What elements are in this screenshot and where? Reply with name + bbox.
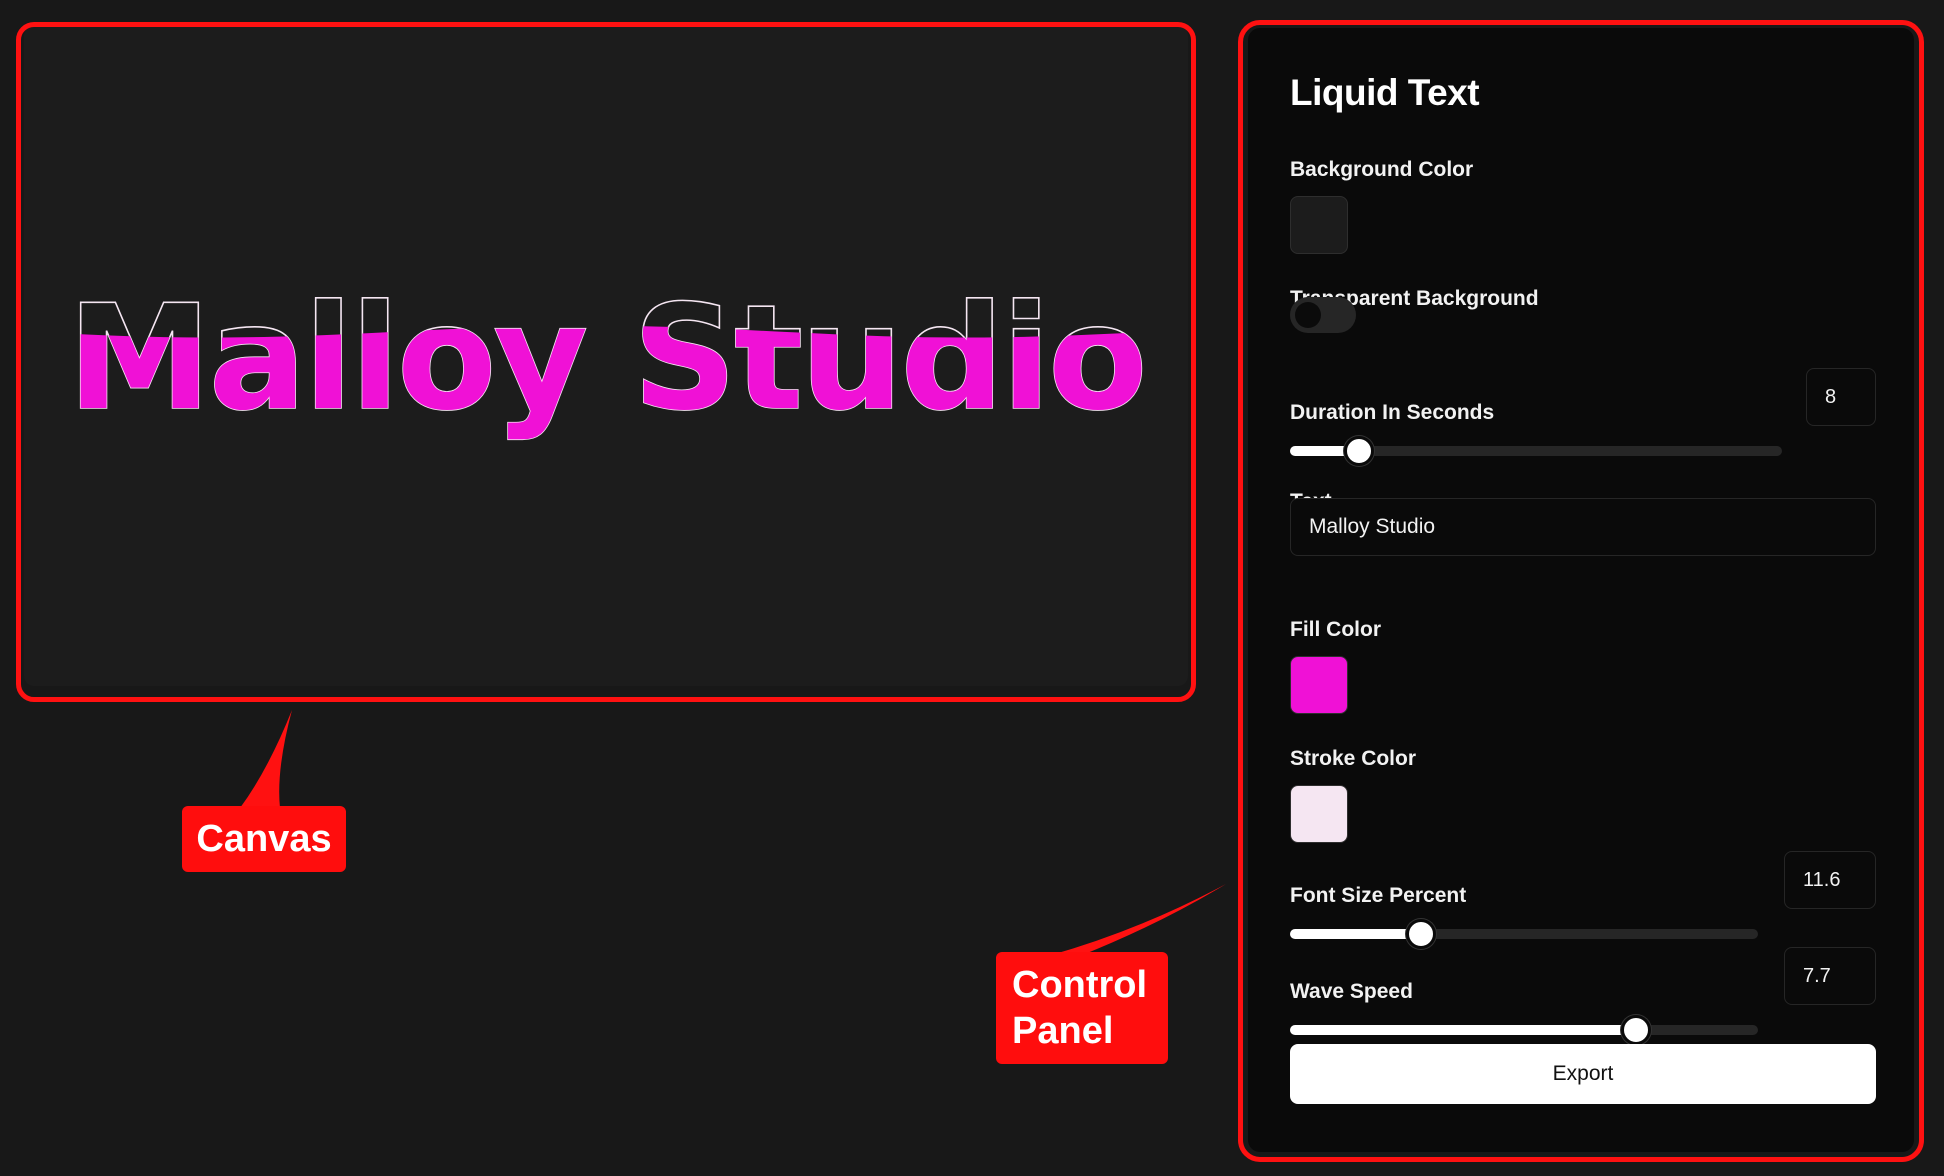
panel-callout-pointer (1048, 884, 1226, 956)
canvas-callout-pointer (240, 710, 292, 808)
annotation-callouts (240, 710, 1226, 956)
control-panel-label-line2: Panel (1012, 1010, 1114, 1052)
canvas-annotation-label: Canvas (182, 806, 346, 872)
control-panel-annotation-label: Control Panel (996, 952, 1168, 1064)
control-panel-label-line1: Control (1012, 964, 1148, 1006)
